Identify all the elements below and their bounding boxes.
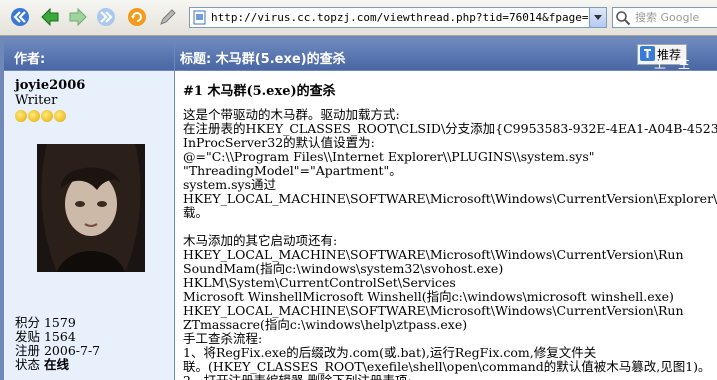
post-line: 手工查杀流程: xyxy=(183,331,263,346)
author-name[interactable]: joyie2006 xyxy=(15,78,85,93)
points: 积分 1579 xyxy=(15,315,76,330)
back-arrow-button[interactable] xyxy=(40,7,60,27)
post-line: SoundMam(指向c:\windows\system32\svohost.e… xyxy=(183,261,504,276)
post-line: 联。(HKEY_CLASSES_ROOT\exefile\shell\open\… xyxy=(183,359,711,374)
author-rank: Writer xyxy=(15,93,58,108)
post-line: 载。 xyxy=(183,205,209,220)
post-line: HKEY_LOCAL_MACHINE\SOFTWARE\Microsoft\Wi… xyxy=(183,191,717,206)
edit-button[interactable] xyxy=(158,7,178,27)
post-count: 发贴 1564 xyxy=(15,329,76,344)
avatar-image xyxy=(37,144,145,272)
recommend-icon xyxy=(640,46,655,61)
pencil-icon xyxy=(160,9,176,25)
address-dropdown-button[interactable] xyxy=(589,8,606,27)
post-line: 在注册表的HKEY_CLASSES_ROOT\CLSID\分支添加{C99535… xyxy=(183,121,717,136)
thread-title: 标题: 木马群(5.exe)的查杀 xyxy=(180,52,346,67)
post-line: Microsoft WinshellMicrosoft Winshell(指向c… xyxy=(183,289,674,304)
post-line: InProcServer32的默认值设置为: xyxy=(183,135,375,150)
post-line xyxy=(183,220,717,234)
search-icon[interactable] xyxy=(615,10,631,26)
author-stats: 积分 1579 发贴 1564 注册 2006-7-7 状态 在线 xyxy=(15,316,100,372)
page-icon xyxy=(193,10,206,25)
post-line: HKEY_LOCAL_MACHINE\SOFTWARE\Microsoft\Wi… xyxy=(183,303,684,318)
refresh-button[interactable] xyxy=(127,7,147,27)
previous-thread-link[interactable]: 上一主 xyxy=(654,55,690,72)
title-header: 标题: 木马群(5.exe)的查杀 推荐 上一主 xyxy=(175,40,717,72)
post-line: 1、将RegFix.exe的后缀改为.com(或.bat),运行RegFix.c… xyxy=(183,345,597,360)
post-line: 这是个带驱动的木马群。驱动加载方式: xyxy=(183,107,400,122)
star-icon xyxy=(41,110,53,122)
status-value: 在线 xyxy=(44,357,70,372)
forward-all-button[interactable] xyxy=(96,7,116,27)
rank-stars xyxy=(15,110,67,122)
right-arrow-icon xyxy=(69,7,87,27)
star-icon xyxy=(15,110,27,122)
post-line: @="C:\\Program Files\\Internet Explorer\… xyxy=(183,149,595,164)
search-input[interactable] xyxy=(635,9,717,25)
star-icon xyxy=(54,110,66,122)
post-line: 2、打开注册表编辑器,删除下列注册表项: xyxy=(183,374,717,380)
double-left-arrow-icon xyxy=(11,8,29,26)
post-body: 这是个带驱动的木马群。驱动加载方式: 在注册表的HKEY_CLASSES_ROOT… xyxy=(183,108,717,380)
browser-toolbar: http://virus.cc.topzj.com/viewthread.php… xyxy=(0,0,717,36)
author-header: 作者: xyxy=(4,40,174,70)
back-button[interactable] xyxy=(10,7,30,27)
author-panel: joyie2006 Writer 积分 1579 发贴 1564 注册 2006… xyxy=(4,71,174,380)
post-line: 木马添加的其它启动项还有: xyxy=(183,233,338,248)
post-content: #1 木马群(5.exe)的查杀 这是个带驱动的木马群。驱动加载方式: 在注册表的… xyxy=(175,71,717,380)
left-arrow-icon xyxy=(41,7,59,27)
post-line: system.sys通过 xyxy=(183,177,277,192)
post-line: HKEY_LOCAL_MACHINE\SOFTWARE\Microsoft\Wi… xyxy=(183,247,684,262)
avatar xyxy=(37,144,145,272)
address-bar[interactable]: http://virus.cc.topzj.com/viewthread.php… xyxy=(189,7,607,28)
online-status: 状态 在线 xyxy=(15,357,70,372)
post-line: "ThreadingModel"="Apartment"。 xyxy=(183,163,402,178)
register-date: 注册 2006-7-7 xyxy=(15,343,101,358)
search-box[interactable] xyxy=(612,7,717,28)
double-right-arrow-icon xyxy=(97,8,115,26)
forward-button[interactable] xyxy=(68,7,88,27)
star-icon xyxy=(28,110,40,122)
post-line: ZTmassacre(指向c:\windows\help\ztpass.exe) xyxy=(183,317,468,332)
post-line: HKLM\System\CurrentControlSet\Services xyxy=(183,275,456,290)
url-text[interactable]: http://virus.cc.topzj.com/viewthread.php… xyxy=(211,11,595,24)
refresh-icon xyxy=(128,8,146,26)
post-title: #1 木马群(5.exe)的查杀 xyxy=(183,84,336,99)
thread-view: 作者: 标题: 木马群(5.exe)的查杀 推荐 上一主 joyie2006 W… xyxy=(0,36,717,380)
